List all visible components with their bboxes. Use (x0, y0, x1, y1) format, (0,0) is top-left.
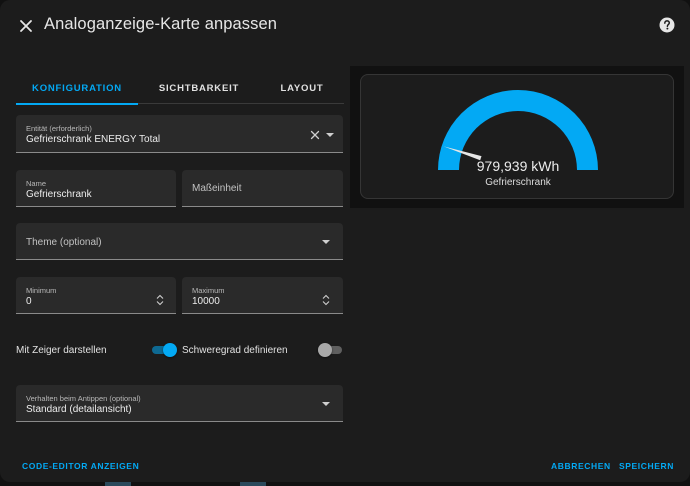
severity-toggle-label: Schweregrad definieren (182, 345, 288, 356)
dialog-title: Analoganzeige-Karte anpassen (44, 15, 278, 33)
dialog-header: Analoganzeige-Karte anpassen (0, 0, 690, 52)
minimum-field[interactable]: Minimum 0 (16, 277, 176, 314)
maximum-field-value: 10000 (192, 296, 220, 307)
needle-switch-knob (163, 343, 177, 357)
help-icon (659, 17, 675, 33)
dialog: Analoganzeige-Karte anpassen KONFIGURATI… (0, 0, 690, 482)
needle-switch[interactable] (152, 343, 177, 357)
stepper-icon[interactable] (322, 294, 330, 306)
unit-field-placeholder: Maßeinheit (192, 183, 242, 194)
minimum-field-value: 0 (26, 296, 32, 307)
tap-action-select[interactable]: Verhalten beim Antippen (optional) Stand… (16, 385, 343, 422)
maximum-field[interactable]: Maximum 10000 (182, 277, 343, 314)
close-icon (20, 20, 32, 32)
help-button[interactable] (657, 15, 677, 35)
name-field[interactable]: Name Gefrierschrank (16, 170, 176, 207)
stepper-icon[interactable] (156, 294, 164, 306)
background-mark (240, 482, 266, 486)
theme-select[interactable]: Theme (optional) (16, 223, 343, 260)
name-field-value: Gefrierschrank (26, 189, 92, 200)
clear-icon[interactable] (310, 130, 320, 140)
tap-action-label: Verhalten beim Antippen (optional) (26, 394, 141, 403)
background-strip (0, 482, 690, 486)
tab-sichtbarkeit[interactable]: SICHTBARKEIT (138, 74, 260, 104)
tab-layout[interactable]: LAYOUT (260, 74, 344, 104)
severity-switch-knob (318, 343, 332, 357)
needle-toggle-label: Mit Zeiger darstellen (16, 345, 107, 356)
tab-bar: KONFIGURATION SICHTBARKEIT LAYOUT (16, 74, 344, 105)
name-field-label: Name (26, 179, 47, 188)
gauge-card[interactable]: 979,939 kWh Gefrierschrank (360, 74, 674, 199)
unit-field[interactable]: Maßeinheit (182, 170, 343, 207)
close-button[interactable] (12, 12, 40, 40)
chevron-down-icon[interactable] (322, 240, 330, 244)
gauge-value: 979,939 kWh (476, 158, 560, 174)
gauge-name: Gefrierschrank (485, 177, 551, 188)
save-button[interactable]: SPEICHERN (619, 461, 674, 471)
background-mark (105, 482, 131, 486)
chevron-down-icon[interactable] (326, 133, 334, 137)
cancel-button[interactable]: ABBRECHEN (551, 461, 611, 471)
chevron-down-icon[interactable] (322, 402, 330, 406)
maximum-field-label: Maximum (192, 286, 225, 295)
tap-action-value: Standard (detailansicht) (26, 404, 132, 415)
entity-field-label: Entität (erforderlich) (26, 124, 92, 133)
theme-select-placeholder: Theme (optional) (26, 237, 102, 248)
entity-field-value: Gefrierschrank ENERGY Total (26, 134, 161, 145)
severity-switch[interactable] (318, 343, 342, 357)
code-editor-button[interactable]: CODE-EDITOR ANZEIGEN (22, 461, 139, 471)
entity-field[interactable]: Entität (erforderlich) Gefrierschrank EN… (16, 115, 343, 153)
minimum-field-label: Minimum (26, 286, 57, 295)
tab-konfiguration[interactable]: KONFIGURATION (16, 74, 138, 105)
